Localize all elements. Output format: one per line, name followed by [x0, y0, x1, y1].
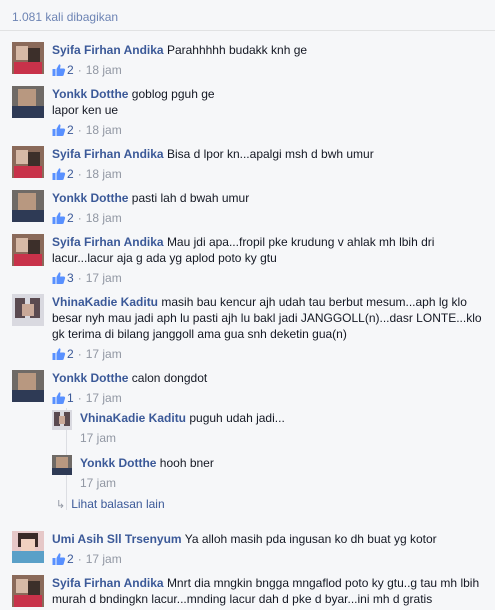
commenter-name[interactable]: VhinaKadie Kaditu [52, 295, 158, 309]
thumbs-up-icon[interactable] [52, 271, 66, 285]
comment-text: Bisa d lpor kn...apalgi msh d bwh umur [166, 147, 374, 161]
comment-meta: 1 · 17 jam [52, 390, 482, 406]
commenter-name[interactable]: Syifa Firhan Andika [52, 147, 164, 161]
avatar[interactable] [12, 575, 44, 607]
comment-meta: 17 jam [80, 475, 482, 491]
comment-text: puguh udah jadi... [189, 411, 285, 425]
divider [0, 30, 495, 31]
commenter-name[interactable]: Yonkk Dotthe [80, 456, 156, 470]
avatar[interactable] [12, 370, 44, 402]
avatar[interactable] [12, 86, 44, 118]
comment-time[interactable]: 18 jam [86, 123, 122, 137]
comment-time[interactable]: 17 jam [86, 552, 122, 566]
reply-arrow-icon: ↳ [56, 499, 66, 511]
separator-dot: · [77, 552, 82, 566]
like-count[interactable]: 3 [67, 271, 74, 285]
avatar[interactable] [12, 146, 44, 178]
comment-meta: 2 · 18 jam [52, 122, 482, 138]
like-count[interactable]: 2 [67, 211, 74, 225]
comment-time[interactable]: 18 jam [86, 211, 122, 225]
comment-text: goblog pguh ge [131, 87, 215, 101]
comment-meta: 2 · 17 jam [52, 551, 482, 567]
comment-meta: 2 · 18 jam [52, 62, 482, 78]
like-count[interactable]: 2 [67, 63, 74, 77]
comment-text: calon dongdot [131, 371, 208, 385]
like-count[interactable]: 2 [67, 552, 74, 566]
like-count[interactable]: 2 [67, 347, 74, 361]
thumbs-up-icon[interactable] [52, 211, 66, 225]
avatar[interactable] [12, 234, 44, 266]
avatar[interactable] [52, 455, 72, 475]
comment-text: hooh bner [159, 456, 214, 470]
thumbs-up-icon[interactable] [52, 63, 66, 77]
separator-dot: · [77, 167, 82, 181]
avatar[interactable] [12, 294, 44, 326]
commenter-name[interactable]: Syifa Firhan Andika [52, 235, 164, 249]
commenter-name[interactable]: Yonkk Dotthe [52, 371, 128, 385]
comment-meta: 17 jam [80, 430, 482, 446]
comment-time[interactable]: 17 jam [80, 476, 116, 490]
comment-text: pasti lah d bwah umur [131, 191, 250, 205]
commenter-name[interactable]: VhinaKadie Kaditu [80, 411, 186, 425]
comment-meta: 2 · 17 jam [52, 346, 482, 362]
thumbs-up-icon[interactable] [52, 123, 66, 137]
comment-meta: 3 · 17 jam [52, 270, 482, 286]
share-count[interactable]: 1.081 kali dibagikan [12, 10, 118, 24]
avatar[interactable] [12, 42, 44, 74]
commenter-name[interactable]: Umi Asih Sll Trsenyum [52, 532, 182, 546]
comment-meta: 2 · 18 jam [52, 166, 482, 182]
separator-dot: · [77, 391, 82, 405]
comment-text: Ya alloh masih pda ingusan ko dh buat yg… [184, 532, 437, 546]
comment-time[interactable]: 17 jam [80, 431, 116, 445]
view-more-replies-label[interactable]: Lihat balasan lain [71, 497, 164, 511]
avatar[interactable] [52, 410, 72, 430]
view-more-replies-link[interactable]: ↳ Lihat balasan lain [56, 497, 165, 511]
separator-dot: · [77, 211, 82, 225]
separator-dot: · [77, 347, 82, 361]
comment-text-line2: lapor ken ue [52, 103, 119, 117]
comment-time[interactable]: 17 jam [86, 391, 122, 405]
thumbs-up-icon[interactable] [52, 552, 66, 566]
commenter-name[interactable]: Yonkk Dotthe [52, 191, 128, 205]
like-count[interactable]: 2 [67, 123, 74, 137]
separator-dot: · [77, 271, 82, 285]
thumbs-up-icon[interactable] [52, 347, 66, 361]
comment-text: Parahhhhh budakk knh ge [166, 43, 308, 57]
comment-time[interactable]: 18 jam [86, 167, 122, 181]
separator-dot: · [77, 63, 82, 77]
thumbs-up-icon[interactable] [52, 167, 66, 181]
commenter-name[interactable]: Yonkk Dotthe [52, 87, 128, 101]
comment-time[interactable]: 17 jam [86, 271, 122, 285]
like-count[interactable]: 2 [67, 167, 74, 181]
thumbs-up-icon[interactable] [52, 391, 66, 405]
comment-time[interactable]: 17 jam [86, 347, 122, 361]
avatar[interactable] [12, 190, 44, 222]
comment-meta: 2 · 18 jam [52, 210, 482, 226]
like-count[interactable]: 1 [67, 391, 74, 405]
comment-time[interactable]: 18 jam [86, 63, 122, 77]
avatar[interactable] [12, 531, 44, 563]
separator-dot: · [77, 123, 82, 137]
commenter-name[interactable]: Syifa Firhan Andika [52, 43, 164, 57]
commenter-name[interactable]: Syifa Firhan Andika [52, 576, 164, 590]
